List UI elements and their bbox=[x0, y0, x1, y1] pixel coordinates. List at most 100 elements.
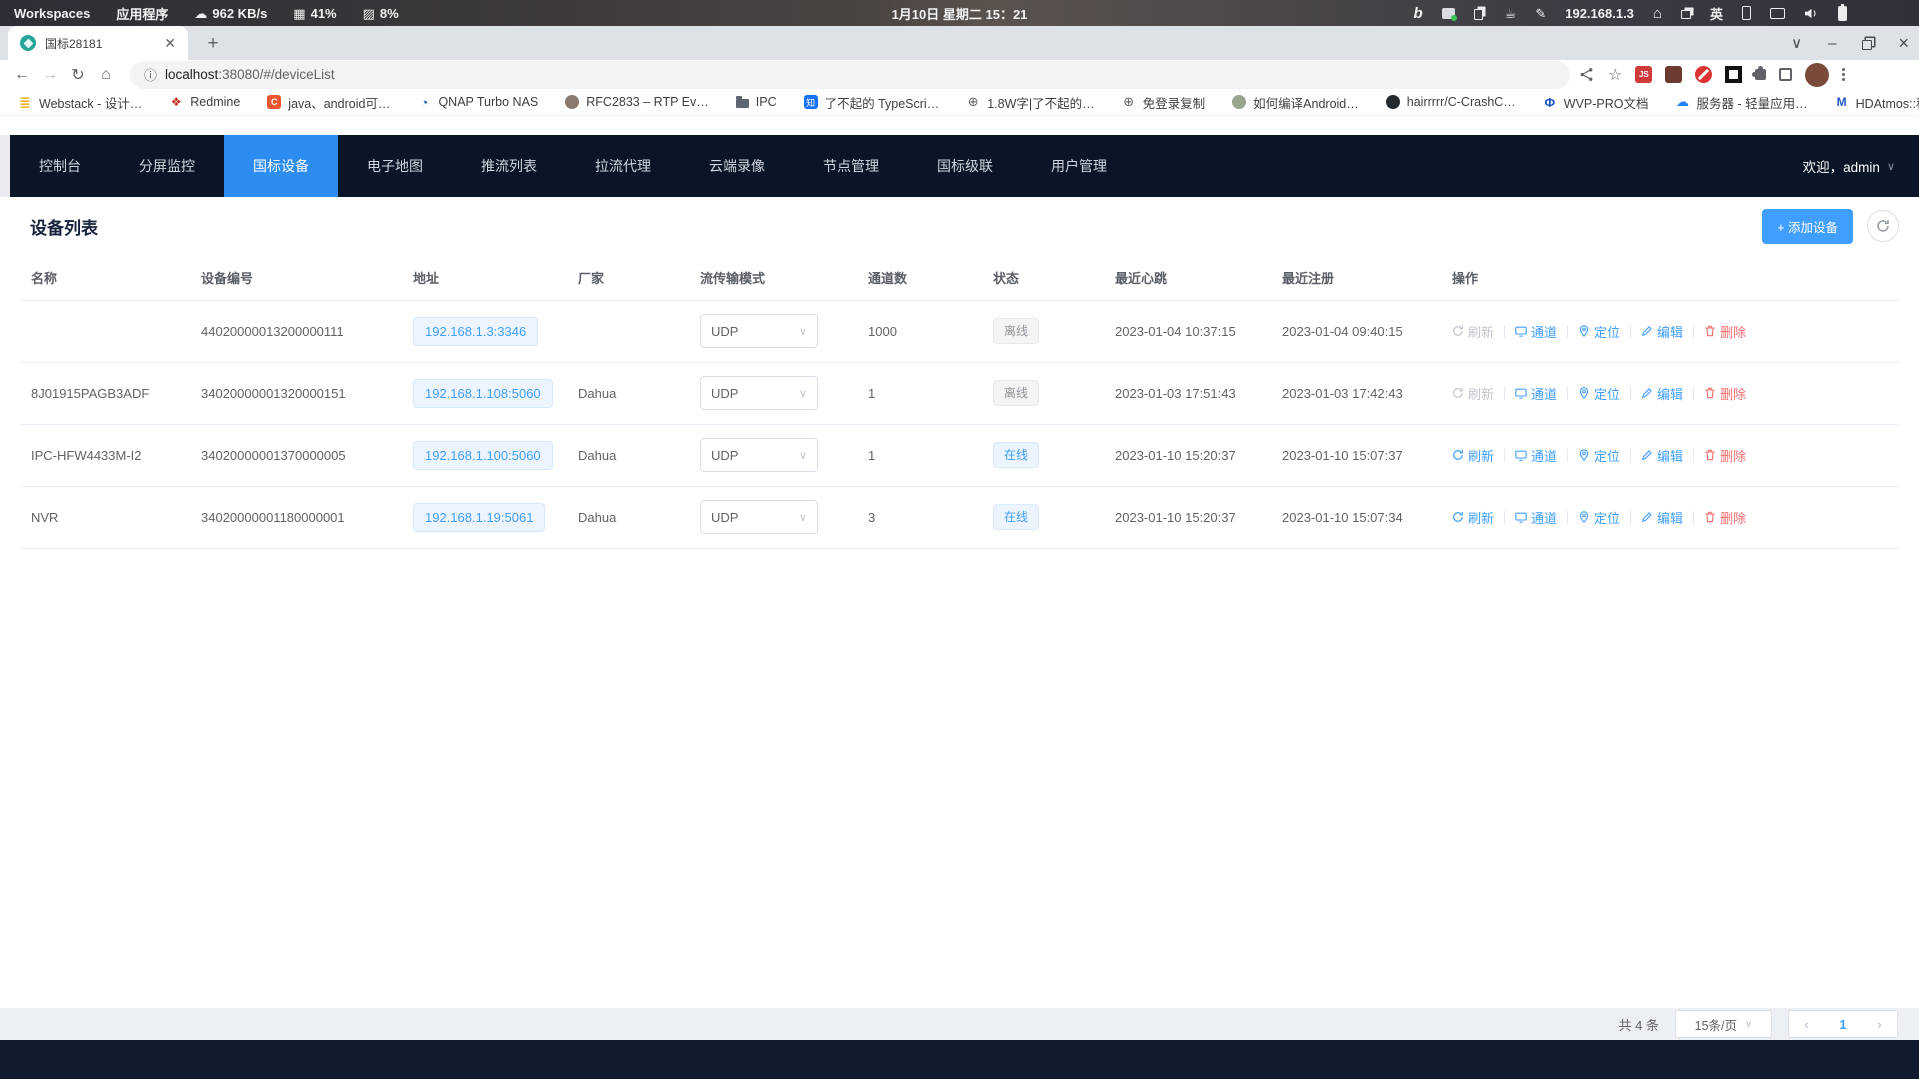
bookmark-favicon bbox=[1386, 95, 1400, 109]
nav-tab[interactable]: 云端录像 bbox=[680, 135, 794, 197]
home-button[interactable]: ⌂ bbox=[92, 61, 120, 89]
display-icon[interactable] bbox=[1770, 8, 1785, 19]
bookmark-favicon: ◔ bbox=[417, 95, 431, 109]
bookmark-star-icon[interactable]: ☆ bbox=[1608, 65, 1622, 85]
restore-button[interactable] bbox=[1862, 40, 1872, 50]
bookmark-item[interactable]: 知 了不起的 TypeScri… bbox=[804, 93, 940, 112]
locate-button[interactable]: 定位 bbox=[1578, 446, 1620, 465]
channels-button[interactable]: 通道 bbox=[1515, 508, 1557, 527]
home-tray-icon[interactable]: ⌂ bbox=[1653, 6, 1662, 21]
refresh-device-button[interactable]: 刷新 bbox=[1452, 446, 1494, 465]
bookmark-item[interactable]: C java、android可… bbox=[267, 93, 390, 112]
back-button[interactable]: ← bbox=[8, 61, 36, 89]
workspaces-button[interactable]: Workspaces bbox=[14, 6, 90, 21]
bookmark-item[interactable]: IPC bbox=[736, 95, 777, 109]
bookmark-item[interactable]: ⊕ 1.8W字|了不起的… bbox=[966, 93, 1094, 112]
edit-button[interactable]: 编辑 bbox=[1641, 384, 1683, 403]
volume-icon[interactable] bbox=[1804, 7, 1819, 20]
next-page-button[interactable]: › bbox=[1877, 1016, 1882, 1032]
bookmark-item[interactable]: ≣ Webstack - 设计… bbox=[18, 93, 142, 112]
bookmark-item[interactable]: 如何编译Android… bbox=[1232, 93, 1359, 112]
nav-tab[interactable]: 用户管理 bbox=[1022, 135, 1136, 197]
locate-button[interactable]: 定位 bbox=[1578, 322, 1620, 341]
site-info-icon[interactable]: ⓘ bbox=[144, 65, 157, 84]
browser-tab[interactable]: 国标28181 ✕ bbox=[8, 26, 188, 60]
delete-button[interactable]: 删除 bbox=[1704, 446, 1746, 465]
locate-button[interactable]: 定位 bbox=[1578, 508, 1620, 527]
edit-button[interactable]: 编辑 bbox=[1641, 446, 1683, 465]
stream-mode-select[interactable]: UDP ∨ bbox=[700, 314, 818, 348]
channels-button[interactable]: 通道 bbox=[1515, 446, 1557, 465]
share-icon[interactable] bbox=[1578, 66, 1595, 83]
bookmark-item[interactable]: ◔ QNAP Turbo NAS bbox=[417, 95, 538, 109]
bookmark-item[interactable]: hairrrrr/C-CrashC… bbox=[1386, 95, 1516, 109]
nav-tab[interactable]: 分屏监控 bbox=[110, 135, 224, 197]
delete-button[interactable]: 删除 bbox=[1704, 322, 1746, 341]
stream-mode-select[interactable]: UDP ∨ bbox=[700, 376, 818, 410]
workspaces-icon[interactable] bbox=[1681, 10, 1691, 19]
adblock-extension-icon[interactable] bbox=[1695, 66, 1712, 83]
color-picker-tray-icon[interactable]: ✎ bbox=[1535, 7, 1546, 20]
applications-menu[interactable]: 应用程序 bbox=[116, 4, 168, 23]
delete-button[interactable]: 删除 bbox=[1704, 384, 1746, 403]
address-tag: 192.168.1.19:5061 bbox=[413, 503, 545, 532]
page-size-select[interactable]: 15条/页 ∨ bbox=[1675, 1010, 1772, 1038]
refresh-device-button[interactable]: 刷新 bbox=[1452, 384, 1494, 403]
extensions-puzzle-icon[interactable] bbox=[1755, 69, 1766, 80]
stream-mode-select[interactable]: UDP ∨ bbox=[700, 500, 818, 534]
add-device-button[interactable]: + 添加设备 bbox=[1762, 209, 1853, 244]
square-extension-icon[interactable] bbox=[1725, 66, 1742, 83]
bookmark-item[interactable]: ❖ Redmine bbox=[169, 95, 240, 109]
bookmark-item[interactable]: M HDAtmos::种子 *… bbox=[1835, 93, 1919, 112]
prev-page-button[interactable]: ‹ bbox=[1804, 1016, 1809, 1032]
js-extension-icon[interactable]: JS bbox=[1635, 66, 1652, 83]
clipboard-tray-icon[interactable] bbox=[1474, 9, 1483, 20]
memory-usage-indicator[interactable]: ▨ 8% bbox=[363, 6, 399, 21]
delete-button[interactable]: 删除 bbox=[1704, 508, 1746, 527]
mask-extension-icon[interactable] bbox=[1665, 66, 1682, 83]
bookmark-item[interactable]: ⊕ 免登录复制 bbox=[1122, 93, 1206, 112]
minimize-button[interactable]: – bbox=[1828, 36, 1836, 51]
bookmark-item[interactable]: RFC2833 – RTP Ev… bbox=[565, 95, 709, 109]
battery-icon[interactable] bbox=[1838, 6, 1847, 21]
tab-title: 国标28181 bbox=[45, 35, 151, 52]
nav-tab[interactable]: 推流列表 bbox=[452, 135, 566, 197]
cpu-usage-indicator[interactable]: ▦ 41% bbox=[293, 6, 336, 21]
current-page[interactable]: 1 bbox=[1839, 1017, 1846, 1032]
nav-tab[interactable]: 国标级联 bbox=[908, 135, 1022, 197]
nav-tab[interactable]: 电子地图 bbox=[338, 135, 452, 197]
edit-button[interactable]: 编辑 bbox=[1641, 508, 1683, 527]
bing-tray-icon[interactable]: b bbox=[1414, 6, 1423, 21]
nav-tab[interactable]: 拉流代理 bbox=[566, 135, 680, 197]
nav-tab[interactable]: 节点管理 bbox=[794, 135, 908, 197]
refresh-list-button[interactable] bbox=[1867, 210, 1899, 242]
new-tab-button[interactable]: + bbox=[200, 31, 226, 57]
stream-mode-select[interactable]: UDP ∨ bbox=[700, 438, 818, 472]
address-bar[interactable]: ⓘ localhost:38080/#/deviceList bbox=[130, 61, 1570, 89]
refresh-device-button[interactable]: 刷新 bbox=[1452, 508, 1494, 527]
screenshot-tray-icon[interactable] bbox=[1442, 8, 1455, 19]
phone-icon[interactable] bbox=[1742, 6, 1751, 20]
browser-menu-icon[interactable] bbox=[1842, 68, 1845, 81]
user-menu[interactable]: 欢迎，admin ∨ bbox=[1803, 135, 1919, 197]
bookmark-item[interactable]: Φ WVP-PRO文档 bbox=[1543, 93, 1649, 112]
channels-button[interactable]: 通道 bbox=[1515, 322, 1557, 341]
network-speed-indicator[interactable]: ☁ 962 KB/s bbox=[194, 6, 267, 21]
edit-button[interactable]: 编辑 bbox=[1641, 322, 1683, 341]
refresh-device-button[interactable]: 刷新 bbox=[1452, 322, 1494, 341]
nav-tab[interactable]: 控制台 bbox=[10, 135, 110, 197]
forward-button[interactable]: → bbox=[36, 61, 64, 89]
coffee-tray-icon[interactable]: ☕ bbox=[1505, 7, 1517, 20]
language-indicator[interactable]: 英 bbox=[1710, 4, 1723, 23]
profile-avatar[interactable] bbox=[1805, 63, 1829, 87]
tab-search-icon[interactable]: ∨ bbox=[1791, 36, 1802, 51]
ip-address-indicator[interactable]: 192.168.1.3 bbox=[1565, 6, 1634, 21]
channels-button[interactable]: 通道 bbox=[1515, 384, 1557, 403]
locate-button[interactable]: 定位 bbox=[1578, 384, 1620, 403]
tab-close-icon[interactable]: ✕ bbox=[160, 35, 180, 52]
bookmark-item[interactable]: ☁ 服务器 - 轻量应用… bbox=[1676, 93, 1808, 112]
sidebar-extension-icon[interactable] bbox=[1779, 68, 1792, 81]
nav-tab[interactable]: 国标设备 bbox=[224, 135, 338, 197]
reload-button[interactable]: ↻ bbox=[64, 61, 92, 89]
close-window-button[interactable]: × bbox=[1898, 34, 1909, 52]
